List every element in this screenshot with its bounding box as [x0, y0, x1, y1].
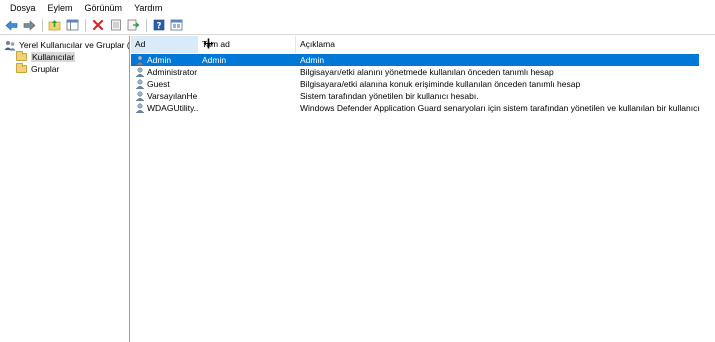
menu-eylem[interactable]: Eylem [42, 0, 79, 16]
resize-cursor-icon [203, 38, 214, 49]
user-description: Bilgisayara/etki alanına konuk erişimind… [300, 79, 581, 89]
table-row[interactable]: VarsayılanHe... Sistem tarafından yöneti… [131, 90, 699, 102]
tree-item-gruplar[interactable]: Gruplar [16, 63, 59, 75]
user-icon [135, 91, 145, 101]
folder-icon [16, 63, 27, 73]
column-header-name[interactable]: Ad [131, 36, 198, 53]
table-row[interactable]: Administrator Bilgisayarı/etki alanını y… [131, 66, 699, 78]
console-tree-icon[interactable] [169, 18, 184, 33]
menu-dosya[interactable]: Dosya [4, 0, 42, 16]
user-icon [135, 103, 145, 113]
tree-item-label: Kullanıcılar [31, 52, 76, 62]
properties-icon[interactable] [108, 18, 123, 33]
console-tree: Yerel Kullanıcılar ve Gruplar (Yerel) Ku… [0, 36, 130, 342]
toolbar-separator [146, 18, 147, 32]
tree-item-kullanicilar[interactable]: Kullanıcılar [16, 51, 76, 63]
tree-item-label: Gruplar [31, 64, 60, 74]
column-header-description[interactable]: Açıklama [296, 36, 715, 53]
list-header: Ad Tam ad Açıklama [131, 36, 715, 53]
users-groups-icon [4, 40, 16, 50]
toolbar-separator [42, 18, 43, 32]
help-icon[interactable]: ? [151, 18, 166, 33]
user-fullname: Admin [202, 55, 227, 65]
svg-text:?: ? [156, 21, 161, 31]
up-folder-icon[interactable] [47, 18, 62, 33]
user-description: Bilgisayarı/etki alanını yönetmede kulla… [300, 67, 554, 77]
menu-yardim[interactable]: Yardım [128, 0, 168, 16]
back-arrow-icon[interactable] [4, 18, 19, 33]
user-list-pane: Ad Tam ad Açıklama Admin Admin Admin Adm… [131, 36, 715, 342]
menu-gorunum[interactable]: Görünüm [79, 0, 129, 16]
user-icon [135, 67, 145, 77]
user-name: WDAGUtility... [147, 103, 198, 113]
toolbar-separator [85, 18, 86, 32]
user-name: Guest [147, 79, 170, 89]
tree-root[interactable]: Yerel Kullanıcılar ve Gruplar (Yerel) [4, 39, 130, 51]
user-icon [135, 79, 145, 89]
tree-root-label: Yerel Kullanıcılar ve Gruplar (Yerel) [19, 40, 130, 50]
menu-bar: Dosya Eylem Görünüm Yardım [0, 0, 715, 16]
user-description: Sistem tarafından yönetilen bir kullanıc… [300, 91, 479, 101]
user-description: Admin [300, 55, 325, 65]
delete-icon[interactable] [90, 18, 105, 33]
table-row[interactable]: WDAGUtility... Windows Defender Applicat… [131, 102, 699, 114]
forward-arrow-icon[interactable] [22, 18, 37, 33]
toolbar: ? [0, 16, 715, 35]
user-name: Admin [147, 55, 172, 65]
export-list-icon[interactable] [126, 18, 141, 33]
user-icon [135, 55, 145, 65]
show-hide-tree-icon[interactable] [65, 18, 80, 33]
folder-icon [16, 51, 27, 61]
table-row[interactable]: Guest Bilgisayara/etki alanına konuk eri… [131, 78, 699, 90]
user-name: VarsayılanHe... [147, 91, 198, 101]
user-description: Windows Defender Application Guard senar… [300, 103, 699, 113]
table-row[interactable]: Admin Admin Admin [131, 54, 699, 66]
user-name: Administrator [147, 67, 198, 77]
